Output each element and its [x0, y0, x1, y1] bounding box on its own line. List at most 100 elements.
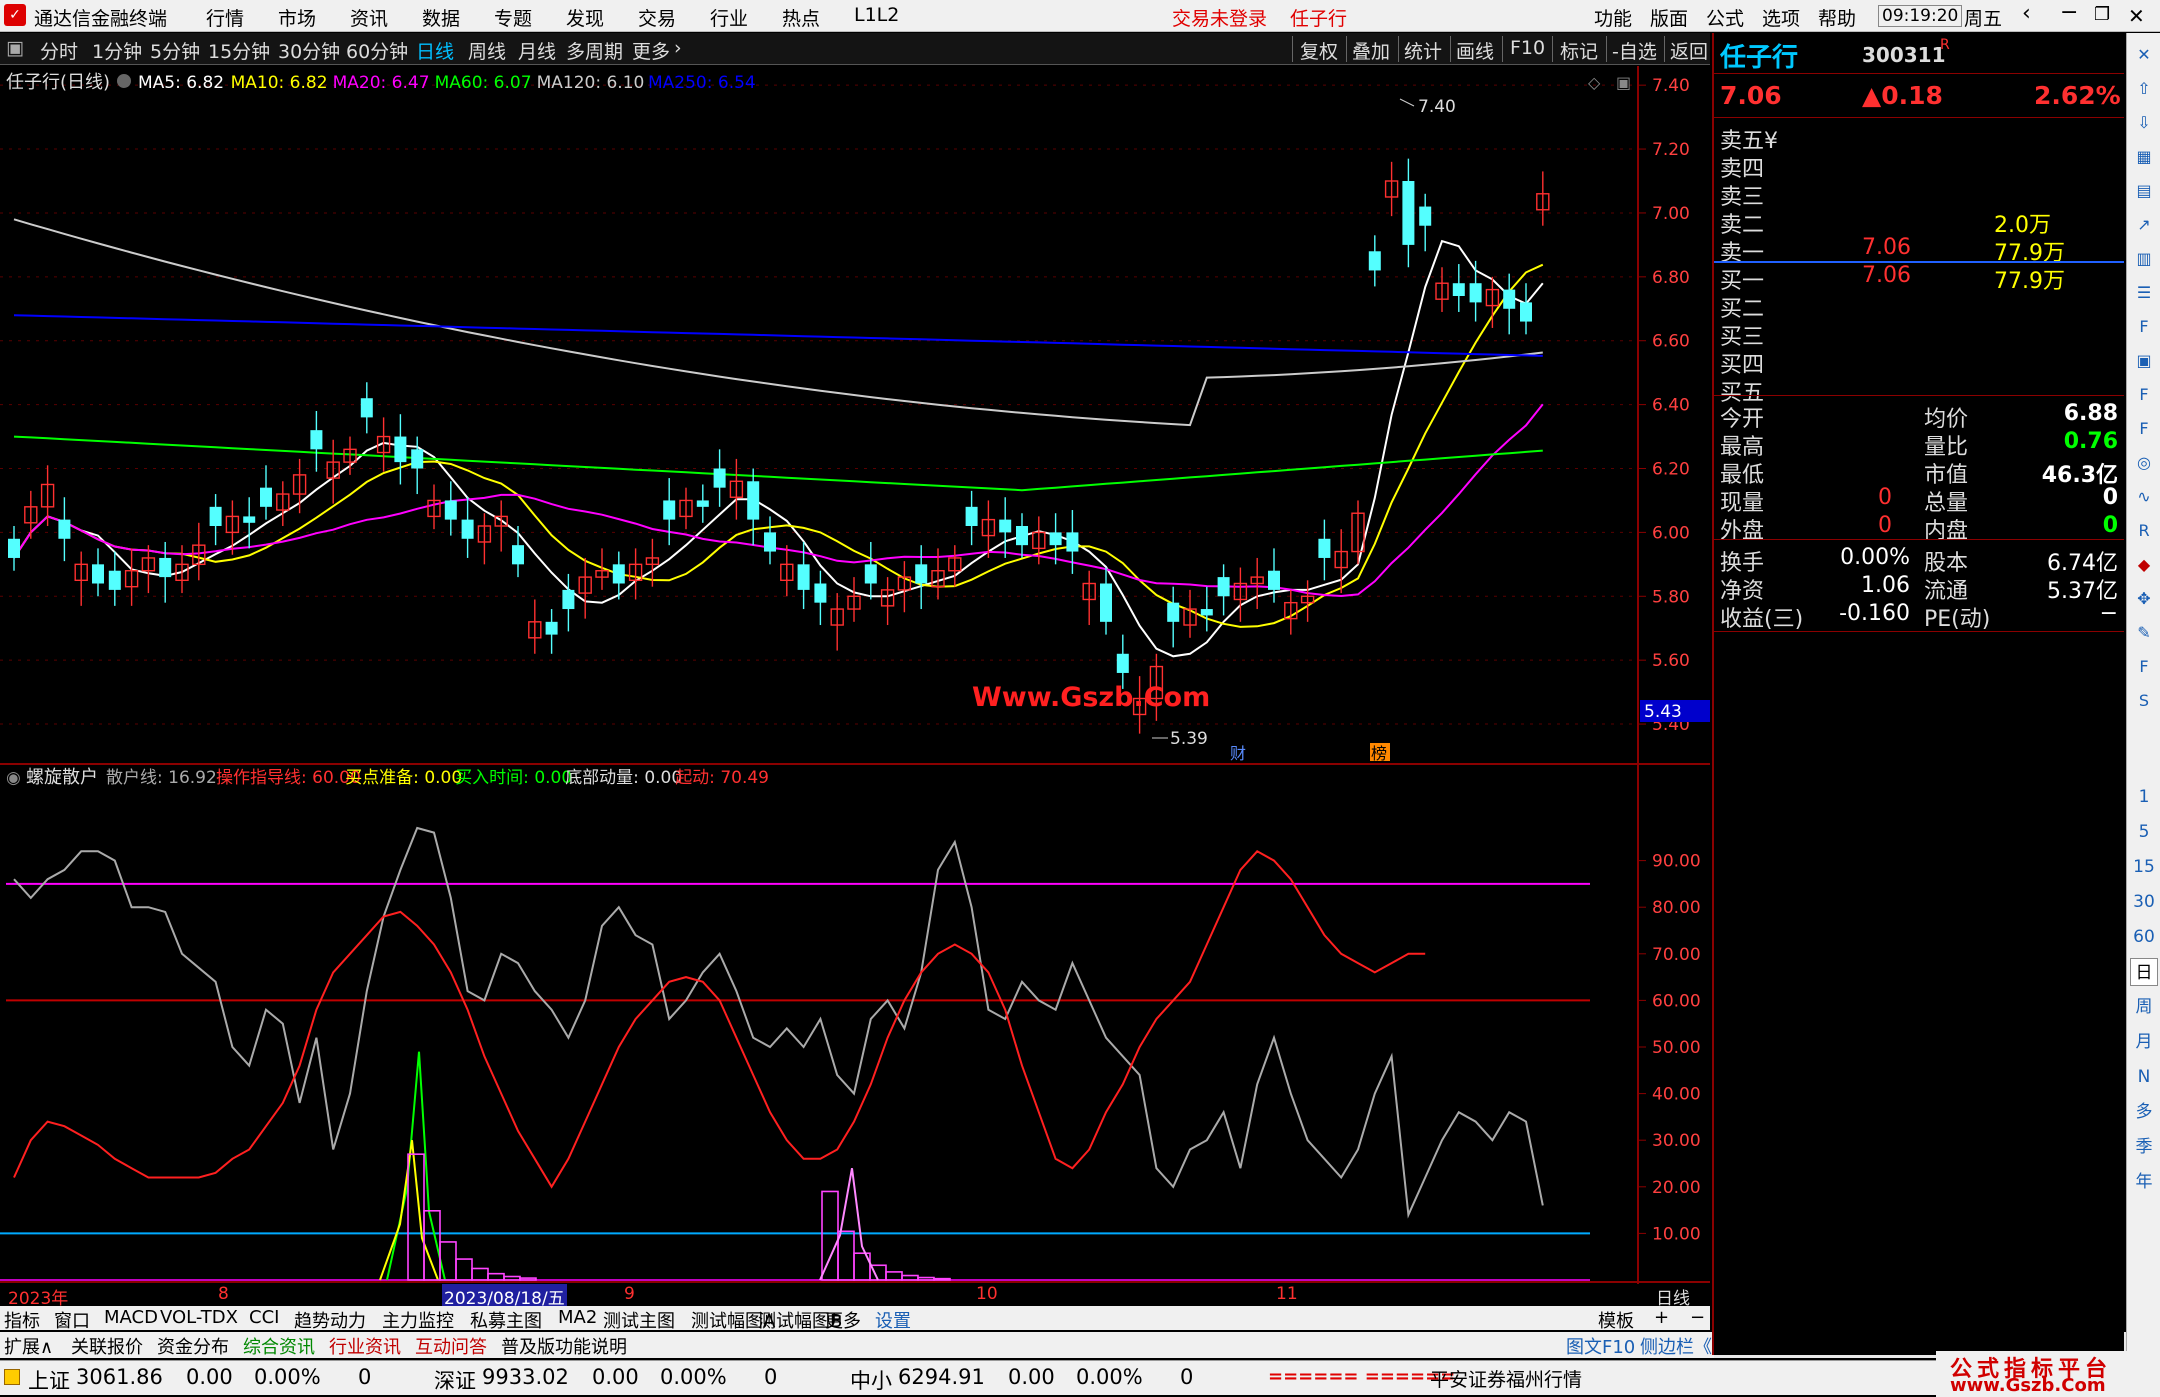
chevron-right-icon[interactable]: › [674, 37, 682, 59]
diamond-icon[interactable]: ◆ [2130, 551, 2158, 579]
candle[interactable] [897, 561, 912, 613]
ask-level[interactable]: 卖二 2.0万 [1714, 205, 2124, 238]
close-icon[interactable]: ✕ [2128, 4, 2145, 28]
menu-item[interactable]: 热点 [782, 4, 820, 31]
indicator-tab[interactable]: 主力监控 [382, 1307, 454, 1333]
indicator-tab[interactable]: 更多 [825, 1307, 861, 1333]
menu-item[interactable]: 市场 [278, 4, 316, 31]
up-arrow-icon[interactable]: ⇧ [2130, 75, 2158, 103]
index-quote[interactable]: 深证 9933.02 0.00 0.00% 0 [434, 1365, 834, 1393]
bid-level[interactable]: 买一 7.06 77.9万 [1714, 261, 2124, 294]
login-status[interactable]: 交易未登录 [1172, 4, 1267, 31]
candle[interactable] [814, 570, 827, 626]
bid-level[interactable]: 买二 [1714, 289, 2124, 322]
candle[interactable] [243, 497, 256, 549]
candle[interactable] [461, 497, 474, 558]
sidebar-period[interactable]: 年 [2130, 1168, 2158, 1196]
candle[interactable] [394, 414, 407, 485]
sidebar-period[interactable]: 季 [2130, 1133, 2158, 1161]
diamond-icon[interactable]: ◇ [1588, 73, 1601, 92]
indicator-tab[interactable]: 指标 [4, 1307, 40, 1333]
period-tab[interactable]: 更多 [632, 37, 670, 64]
sidebar-period[interactable]: N [2130, 1063, 2158, 1091]
template-button[interactable]: 模板 [1598, 1307, 1634, 1333]
bar-icon[interactable]: ▥ [2130, 245, 2158, 273]
candle[interactable] [159, 541, 172, 603]
candle[interactable] [1503, 273, 1516, 335]
candle[interactable] [562, 573, 575, 632]
bid-level[interactable]: 买五 [1714, 373, 2124, 406]
menu-item[interactable]: 数据 [422, 4, 460, 31]
menu-item[interactable]: 资讯 [350, 4, 388, 31]
extension-tab[interactable]: 关联报价 [71, 1333, 143, 1359]
index-quote[interactable]: 中小 6294.91 0.00 0.00% 0 [850, 1365, 1250, 1393]
candle[interactable] [141, 545, 156, 594]
candle[interactable] [1200, 586, 1213, 632]
s-icon[interactable]: S [2130, 687, 2158, 715]
extension-tab[interactable]: 行业资讯 [329, 1333, 401, 1359]
tool-button[interactable]: 返回 [1670, 37, 1708, 64]
minimize-icon[interactable]: − [2060, 0, 2078, 25]
menu-item[interactable]: L1L2 [854, 4, 899, 26]
candle[interactable] [1318, 519, 1331, 581]
candle[interactable] [1469, 260, 1482, 322]
candle[interactable] [1384, 161, 1399, 217]
sidebar-period[interactable]: 日 [2130, 958, 2158, 986]
period-tab[interactable]: 1分钟 [92, 37, 142, 64]
candle[interactable] [1368, 235, 1381, 287]
sidebar-period[interactable]: 15 [2130, 853, 2158, 881]
candle[interactable] [1351, 500, 1365, 565]
extension-tab[interactable]: 资金分布 [157, 1333, 229, 1359]
candle[interactable] [360, 382, 373, 434]
candle[interactable] [545, 609, 558, 654]
candle[interactable] [1300, 580, 1315, 622]
candle[interactable] [427, 484, 441, 530]
extension-tab[interactable]: 扩展∧ [4, 1333, 53, 1359]
period-tab[interactable]: 分时 [40, 37, 78, 64]
settings-dot-icon[interactable] [117, 74, 131, 88]
candle[interactable] [915, 545, 928, 610]
candle[interactable] [225, 500, 240, 555]
candle[interactable] [1284, 589, 1298, 635]
sidebar-period[interactable]: 60 [2130, 923, 2158, 951]
extension-tab[interactable]: 普及版功能说明 [501, 1333, 627, 1359]
indicator-tab[interactable]: CCI [249, 1307, 279, 1328]
candle[interactable] [1334, 529, 1348, 594]
rsi-icon[interactable]: R [2130, 517, 2158, 545]
f-icon[interactable]: F [2130, 381, 2158, 409]
f2-icon[interactable]: F [2130, 415, 2158, 443]
candle[interactable] [310, 411, 323, 472]
sidebar-period[interactable]: 5 [2130, 818, 2158, 846]
indicator-settings-icon[interactable]: ◉ [6, 768, 21, 788]
candle[interactable] [628, 548, 643, 600]
chart2-icon[interactable]: ∿ [2130, 483, 2158, 511]
tool-button[interactable]: 标记 [1560, 37, 1598, 64]
candle[interactable] [1049, 513, 1062, 565]
sidebar-period[interactable]: 多 [2130, 1098, 2158, 1126]
sidebar-period[interactable]: 1 [2130, 783, 2158, 811]
candle[interactable] [764, 516, 776, 565]
chart-icon[interactable]: ↗ [2130, 211, 2158, 239]
extension-tab[interactable]: 综合资讯 [243, 1333, 315, 1359]
indicator-tab[interactable]: 趋势动力 [294, 1307, 366, 1333]
candle[interactable] [24, 490, 38, 539]
extension-tab[interactable]: 互动问答 [415, 1333, 487, 1359]
f10-link[interactable]: 图文F10 [1566, 1333, 1635, 1359]
candle[interactable] [260, 465, 272, 520]
ask-level[interactable]: 卖五¥ [1714, 121, 2124, 154]
indicator-tab[interactable]: VOL-TDX [160, 1307, 238, 1328]
candle[interactable] [679, 487, 693, 530]
r-icon[interactable]: ▦ [2130, 143, 2158, 171]
candle[interactable] [1452, 264, 1465, 312]
menu-item[interactable]: 选项 [1762, 4, 1800, 31]
menu-item[interactable]: 交易 [638, 4, 676, 31]
candle[interactable] [326, 439, 340, 504]
candle[interactable] [1520, 283, 1532, 335]
candle[interactable] [780, 545, 794, 597]
grid-icon[interactable]: ▤ [2130, 177, 2158, 205]
bid-level[interactable]: 买四 [1714, 345, 2124, 378]
indicator-tab[interactable]: 设置 [875, 1307, 911, 1333]
candle[interactable] [1183, 589, 1197, 638]
list-marker[interactable]: 榜 [1371, 744, 1387, 763]
candle[interactable] [663, 478, 676, 546]
